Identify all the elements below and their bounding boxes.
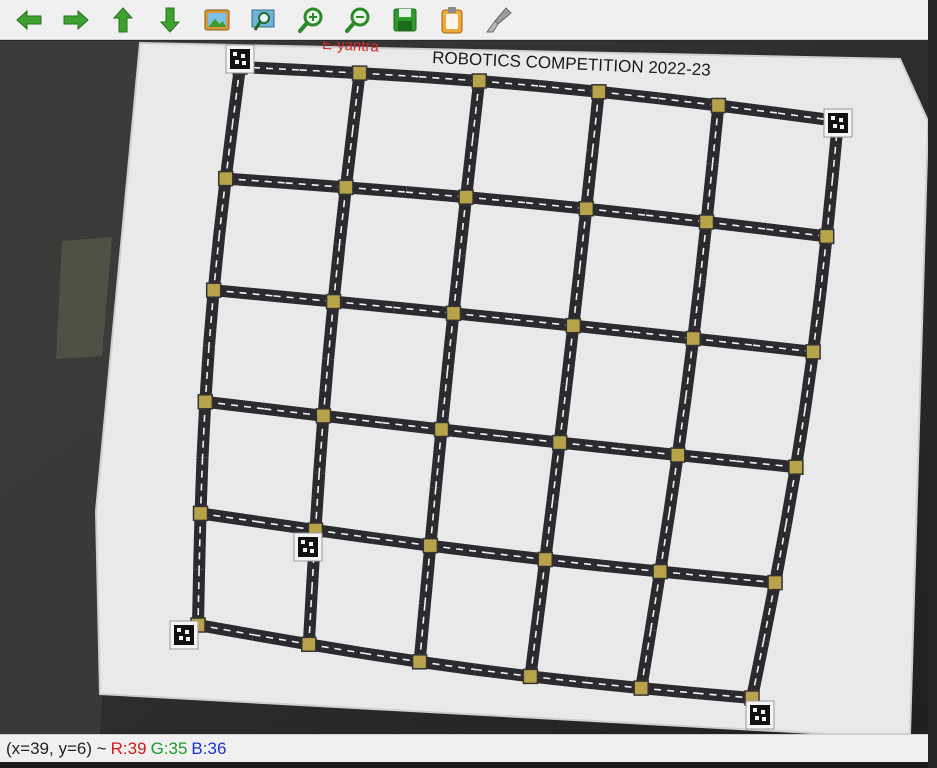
zoom-region-icon: [251, 9, 275, 31]
grid-node: [652, 563, 668, 580]
status-bar: (x=39, y=6) ~ R:39 G:35 B:36: [0, 734, 928, 762]
grid-node: [670, 447, 686, 463]
zoom-region-button[interactable]: [247, 3, 281, 37]
grid-node: [591, 84, 607, 100]
aruco-marker-bit: [310, 549, 314, 553]
red-value: R:39: [110, 738, 147, 758]
aruco-marker-bit: [303, 548, 307, 552]
aruco-marker-bit: [241, 54, 245, 58]
grid-node: [818, 228, 835, 245]
aruco-marker-bit: [753, 708, 757, 712]
aruco-marker-bit: [185, 630, 189, 634]
aruco-marker-bit: [755, 716, 759, 720]
grid-node: [698, 214, 715, 230]
forward-button[interactable]: [59, 3, 93, 37]
grid-node: [710, 97, 727, 114]
image-viewer-window: ROBOTICS COMPETITION 2022-23 E-yantra (x…: [0, 0, 937, 768]
properties-button[interactable]: [482, 3, 516, 37]
image-icon: [204, 9, 230, 30]
grid-node: [411, 654, 428, 670]
zoom-in-button[interactable]: [294, 3, 328, 37]
grid-node: [471, 73, 487, 89]
window-right-edge: [928, 0, 937, 768]
up-button[interactable]: [106, 3, 140, 37]
zoom-in-icon: [298, 7, 323, 33]
arrow-right-icon: [63, 9, 89, 30]
camera-image[interactable]: ROBOTICS COMPETITION 2022-23 E-yantra: [0, 41, 928, 734]
grid-node: [578, 200, 595, 217]
image-button[interactable]: [200, 3, 234, 37]
grid-node: [433, 421, 450, 438]
grid-node: [217, 170, 234, 187]
grid-node: [422, 537, 439, 554]
grid-node: [205, 282, 222, 298]
grid-node: [338, 179, 354, 196]
aruco-marker-bit: [762, 717, 766, 721]
back-button[interactable]: [12, 3, 46, 37]
window-bottom-edge: [0, 762, 937, 768]
grid-node: [197, 394, 214, 410]
aruco-marker-bit: [301, 540, 305, 544]
grid-node: [551, 434, 568, 451]
copy-button[interactable]: [435, 3, 469, 37]
zoom-out-icon: [345, 7, 370, 33]
aruco-marker-bit: [309, 542, 313, 546]
grid-node: [301, 636, 317, 653]
down-button[interactable]: [153, 3, 187, 37]
image-view[interactable]: ROBOTICS COMPETITION 2022-23 E-yantra: [0, 41, 928, 734]
aruco-marker-bit: [833, 124, 837, 128]
aruco-marker-bit: [839, 118, 843, 122]
grid-node: [633, 680, 649, 696]
grid-node: [351, 65, 368, 81]
grid-node: [537, 551, 554, 568]
save-icon: [393, 8, 417, 31]
grid-node: [192, 505, 209, 522]
grid-node: [767, 574, 783, 591]
cursor-coordinates: (x=39, y=6) ~: [6, 738, 107, 758]
aruco-marker-bit: [179, 636, 183, 640]
grid-node: [522, 668, 539, 685]
aruco-marker-bit: [831, 116, 835, 120]
aruco-marker-bit: [177, 628, 181, 632]
green-value: G:35: [150, 738, 188, 758]
aruco-marker-bit: [840, 125, 844, 129]
aruco-marker-bit: [233, 52, 237, 56]
aruco-marker-bit: [242, 61, 246, 65]
grid-node: [685, 330, 701, 347]
grid-node: [458, 189, 474, 205]
aruco-marker-bit: [235, 60, 239, 64]
grid-node: [805, 344, 821, 360]
aruco-marker-bit: [761, 710, 765, 714]
blue-value: B:36: [191, 738, 227, 758]
brush-icon: [486, 6, 512, 32]
arrow-left-icon: [16, 9, 42, 30]
arrow-up-icon: [112, 6, 134, 32]
clipboard-icon: [441, 6, 463, 33]
grid-node: [325, 293, 342, 310]
toolbar: [0, 0, 928, 40]
grid-node: [315, 408, 332, 424]
aruco-marker-bit: [186, 637, 190, 641]
zoom-out-button[interactable]: [341, 3, 375, 37]
save-button[interactable]: [388, 3, 422, 37]
grid-node: [565, 317, 582, 334]
grid-node: [445, 305, 462, 322]
arrow-down-icon: [159, 7, 181, 33]
grid-node: [788, 459, 804, 475]
